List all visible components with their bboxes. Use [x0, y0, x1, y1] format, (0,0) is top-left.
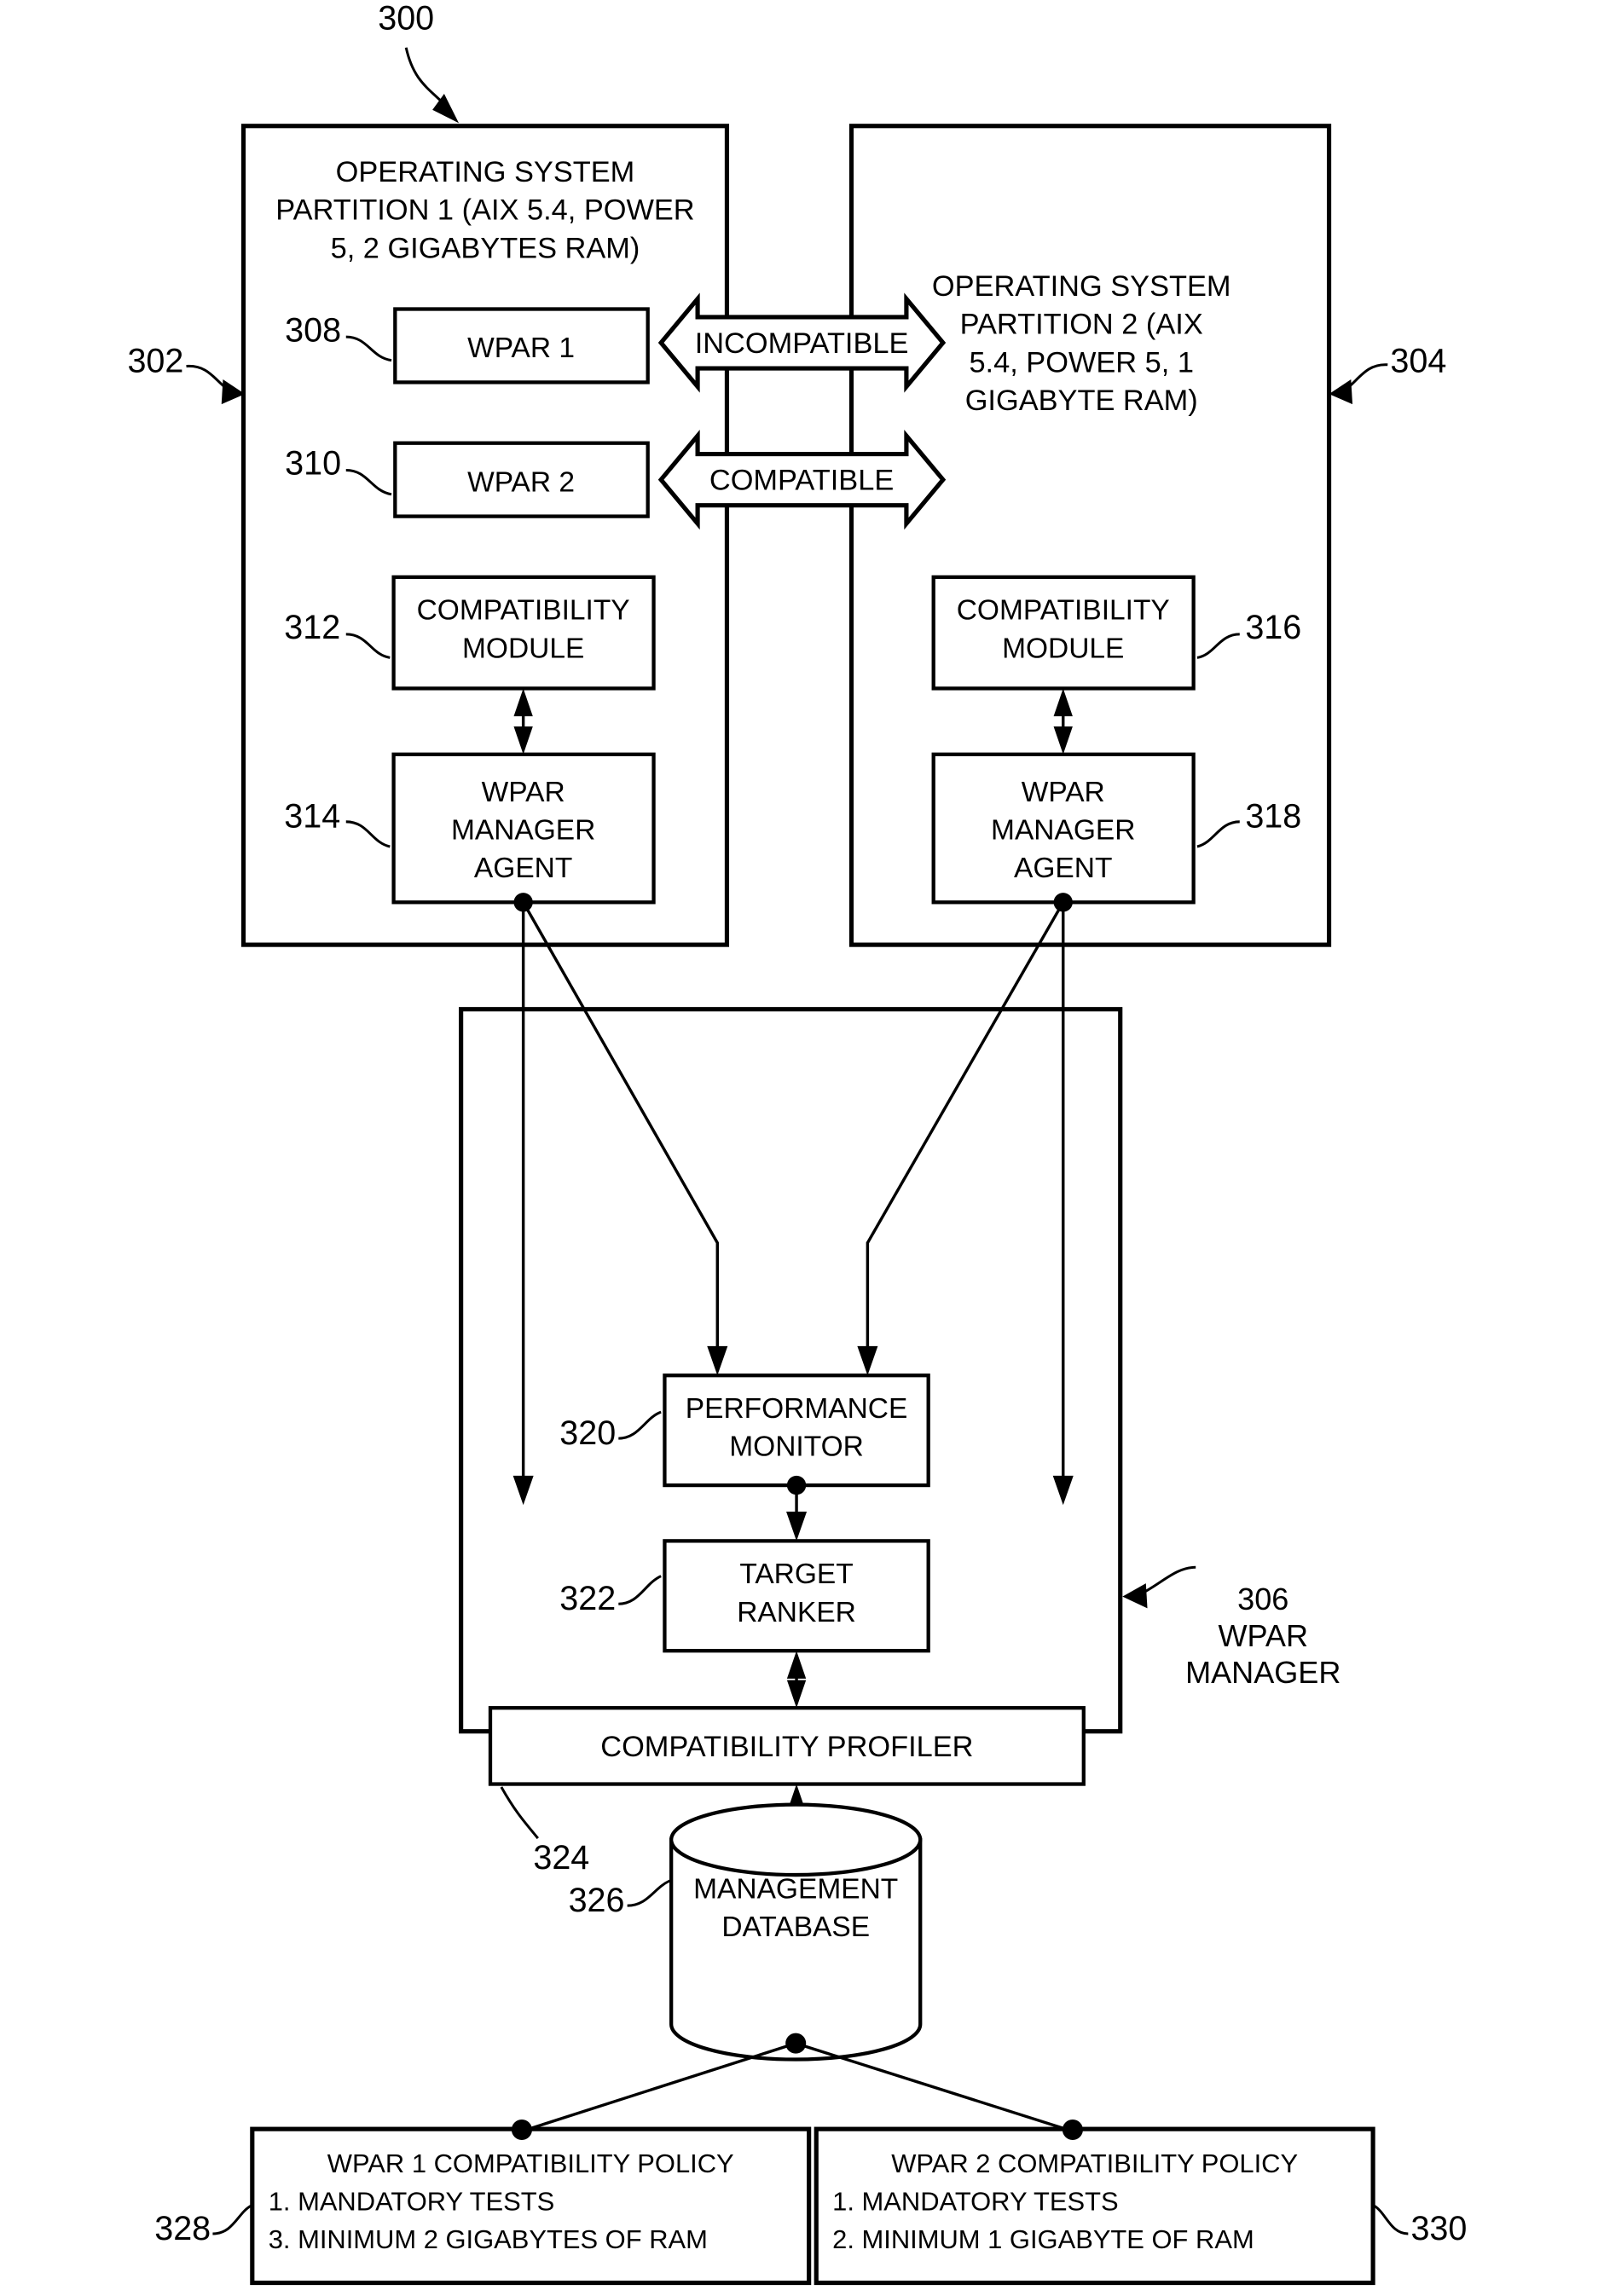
- wpar-2-policy-line-1: 1. MANDATORY TESTS: [832, 2186, 1119, 2216]
- wpar-manager-ref-306: 306: [1237, 1582, 1288, 1616]
- management-database-top: [669, 1802, 923, 1877]
- target-ranker-line-2: RANKER: [737, 1597, 856, 1628]
- policy-2-junction-dot: [1062, 2119, 1083, 2141]
- patent-figure-300: 300 OPERATING SYSTEM PARTITION 1 (AIX 5.…: [0, 0, 1604, 2296]
- compatibility-module-2-ref-316: 316: [1245, 609, 1301, 646]
- wpar-1-policy-ref-328: 328: [154, 2210, 211, 2247]
- os-partition-2-title-line-4: GIGABYTE RAM): [965, 385, 1198, 417]
- compatibility-module-2-line-2: MODULE: [1002, 633, 1124, 664]
- figure-ref-300: 300: [378, 0, 434, 37]
- wpar-2-policy-title: WPAR 2 COMPATIBILITY POLICY: [891, 2149, 1298, 2178]
- wpar-manager-agent-1-line-3: AGENT: [474, 853, 572, 884]
- management-database-line-2: DATABASE: [721, 1911, 870, 1943]
- os-partition-2-title-line-2: PARTITION 2 (AIX: [960, 309, 1203, 341]
- compatibility-module-1-line-2: MODULE: [462, 633, 584, 664]
- ref-330-leader: [1373, 2205, 1409, 2235]
- compatibility-profiler-label: COMPATIBILITY PROFILER: [600, 1731, 973, 1763]
- compatibility-module-1-ref-312: 312: [284, 609, 340, 646]
- performance-monitor-line-2: MONITOR: [729, 1431, 864, 1463]
- db-to-policy-1-line: [521, 2042, 796, 2133]
- ref-326-leader: [627, 1879, 671, 1907]
- management-database-ref-326: 326: [569, 1882, 625, 1919]
- compatibility-profiler-ref-324: 324: [533, 1839, 589, 1877]
- os-partition-2-title-line-1: OPERATING SYSTEM: [932, 270, 1231, 303]
- wpar-2-policy-line-2: 2. MINIMUM 1 GIGABYTE OF RAM: [832, 2224, 1254, 2254]
- wpar-1-label: WPAR 1: [467, 333, 575, 364]
- wpar-1-policy-line-1: 1. MANDATORY TESTS: [269, 2186, 555, 2216]
- wpar-manager-label-line-2: MANAGER: [1185, 1655, 1341, 1690]
- wpar-manager-agent-1-line-2: MANAGER: [451, 814, 595, 846]
- wpar-2-policy-ref-330: 330: [1410, 2210, 1467, 2247]
- ref-304-arrowhead: [1329, 379, 1353, 405]
- wpar-manager-agent-2-ref-318: 318: [1245, 798, 1301, 836]
- os-partition-1-ref-302: 302: [127, 342, 183, 379]
- db-to-policy-2-line: [795, 2042, 1074, 2133]
- ref-306-leader: [1138, 1565, 1196, 1597]
- performance-monitor-ref-320: 320: [559, 1414, 616, 1452]
- compatibility-module-2-line-1: COMPATIBILITY: [957, 595, 1170, 627]
- ref-328-leader: [212, 2205, 252, 2235]
- policy-1-junction-dot: [511, 2119, 532, 2141]
- wpar-manager-agent-2-line-1: WPAR: [1022, 777, 1105, 808]
- performance-monitor-line-1: PERFORMANCE: [686, 1393, 908, 1425]
- target-ranker-line-1: TARGET: [739, 1559, 853, 1590]
- compatible-label: COMPATIBLE: [709, 465, 894, 497]
- wpar-1-policy-line-2: 3. MINIMUM 2 GIGABYTES OF RAM: [269, 2224, 708, 2254]
- target-ranker-box[interactable]: [663, 1539, 930, 1653]
- wpar-manager-agent-1-line-1: WPAR: [482, 777, 565, 808]
- incompatible-label: INCOMPATIBLE: [695, 327, 909, 360]
- wpar-manager-agent-2-line-3: AGENT: [1014, 853, 1112, 884]
- management-database-line-1: MANAGEMENT: [693, 1874, 898, 1906]
- wpar-manager-agent-1-ref-314: 314: [284, 798, 340, 836]
- figure-ref-leader: [404, 47, 448, 107]
- compatibility-module-1-line-1: COMPATIBILITY: [417, 595, 630, 627]
- ref-306-arrowhead: [1122, 1583, 1148, 1609]
- performance-monitor-box[interactable]: [663, 1374, 930, 1488]
- ref-324-leader: [500, 1786, 539, 1840]
- os-partition-2-ref-304: 304: [1390, 342, 1446, 379]
- wpar-1-ref-308: 308: [285, 311, 341, 349]
- wpar-1-policy-title: WPAR 1 COMPATIBILITY POLICY: [327, 2149, 734, 2178]
- wpar-2-ref-310: 310: [285, 445, 341, 483]
- wpar-manager-agent-2-line-2: MANAGER: [991, 814, 1135, 846]
- os-partition-1-title-line-1: OPERATING SYSTEM: [336, 156, 635, 188]
- os-partition-1-title-line-2: PARTITION 1 (AIX 5.4, POWER: [275, 194, 694, 227]
- target-ranker-ref-322: 322: [559, 1580, 616, 1617]
- os-partition-2-title-line-3: 5.4, POWER 5, 1: [969, 346, 1194, 379]
- figure-canvas: 300 OPERATING SYSTEM PARTITION 1 (AIX 5.…: [127, 0, 1467, 2286]
- os-partition-1-title-line-3: 5, 2 GIGABYTES RAM): [331, 232, 640, 264]
- wpar-2-label: WPAR 2: [467, 466, 575, 498]
- wpar-manager-label-line-1: WPAR: [1218, 1618, 1308, 1653]
